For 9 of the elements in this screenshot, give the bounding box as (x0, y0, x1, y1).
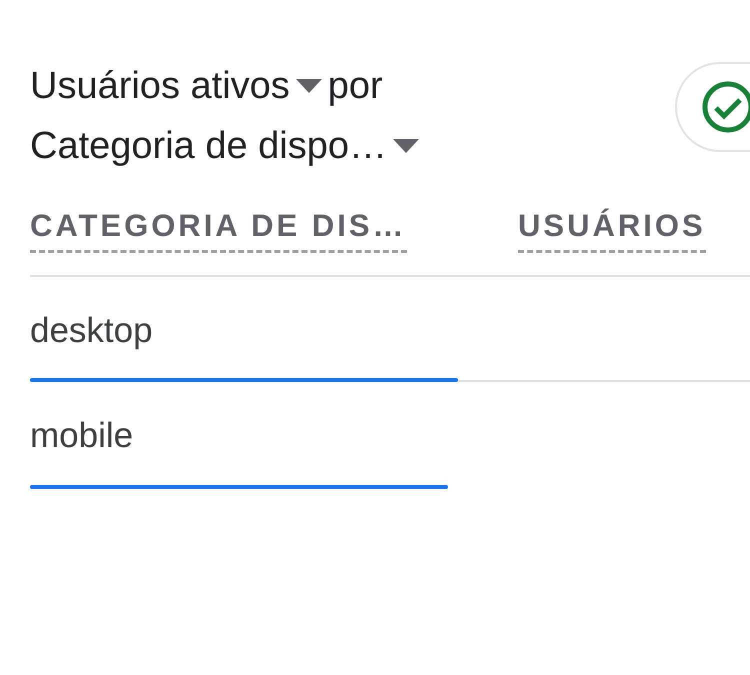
row-label: desktop (30, 311, 153, 351)
metric-selector[interactable]: Usuários ativos (30, 60, 290, 112)
title-connector: por (328, 64, 383, 109)
column-header[interactable]: CATEGORIA DE DIS… (30, 208, 407, 253)
dimension-selector[interactable]: Categoria de dispo… (30, 120, 387, 172)
caret-icon (393, 139, 419, 153)
column-header[interactable]: USUÁRIOS (518, 208, 706, 253)
row-label: mobile (30, 416, 134, 456)
caret-icon (296, 79, 322, 93)
